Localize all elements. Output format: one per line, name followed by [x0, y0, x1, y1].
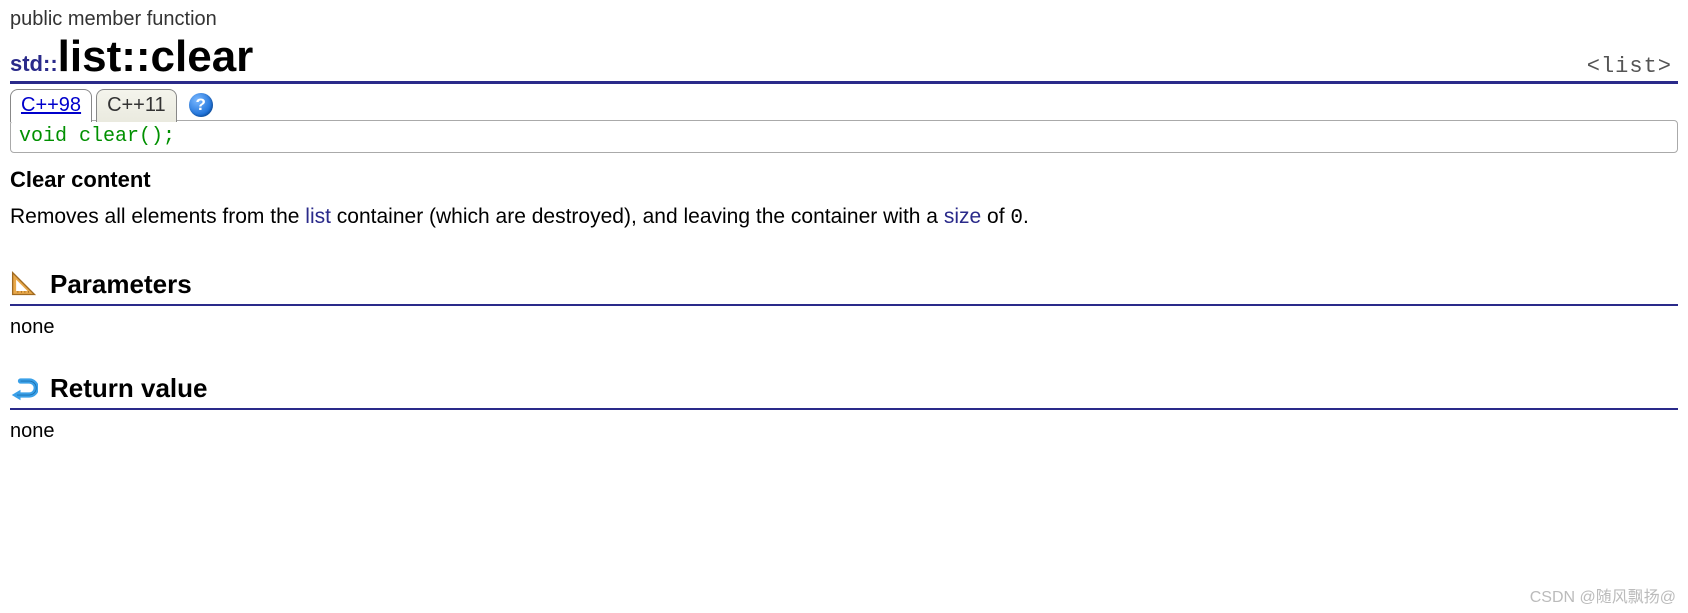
title-method: clear	[151, 32, 254, 81]
section-return-value-body: none	[10, 420, 1678, 443]
tab-cpp98-link[interactable]: C++98	[21, 94, 81, 116]
title-row: std::list::clear <list>	[10, 35, 1678, 84]
desc-zero: 0	[1010, 207, 1023, 230]
section-parameters-head: Parameters	[10, 269, 1678, 306]
section-return-value: Return value none	[10, 373, 1678, 443]
desc-end: .	[1023, 205, 1029, 228]
header-file-label: <list>	[1587, 54, 1678, 79]
tab-cpp98[interactable]: C++98	[10, 89, 92, 122]
section-parameters-title: Parameters	[50, 269, 192, 300]
desc-mid: container (which are destroyed), and lea…	[331, 205, 944, 228]
triangle-ruler-icon	[10, 270, 38, 298]
title-separator: ::	[121, 32, 150, 81]
title-class: list	[58, 32, 122, 81]
section-return-value-title: Return value	[50, 373, 208, 404]
description-paragraph: Removes all elements from the list conta…	[10, 201, 1678, 235]
brief-heading: Clear content	[10, 167, 1678, 193]
signature-return-type: void	[19, 125, 67, 148]
section-parameters: Parameters none	[10, 269, 1678, 339]
section-return-value-head: Return value	[10, 373, 1678, 410]
page-title: std::list::clear	[10, 35, 253, 79]
signature-rest: clear();	[67, 125, 175, 148]
return-arrow-icon	[10, 374, 38, 402]
section-parameters-body: none	[10, 316, 1678, 339]
watermark-label: CSDN @随风飘扬@	[1530, 583, 1676, 607]
member-type-label: public member function	[10, 8, 1678, 31]
help-icon[interactable]: ?	[189, 93, 213, 117]
title-namespace: std::	[10, 51, 58, 76]
desc-pre: Removes all elements from the	[10, 205, 305, 228]
version-tabs: C++98 C++11 ?	[10, 88, 1678, 121]
desc-post: of	[981, 205, 1010, 228]
signature-box: void clear();	[10, 120, 1678, 153]
tab-cpp11[interactable]: C++11	[96, 89, 177, 122]
link-list[interactable]: list	[305, 205, 331, 228]
link-size[interactable]: size	[944, 205, 981, 228]
